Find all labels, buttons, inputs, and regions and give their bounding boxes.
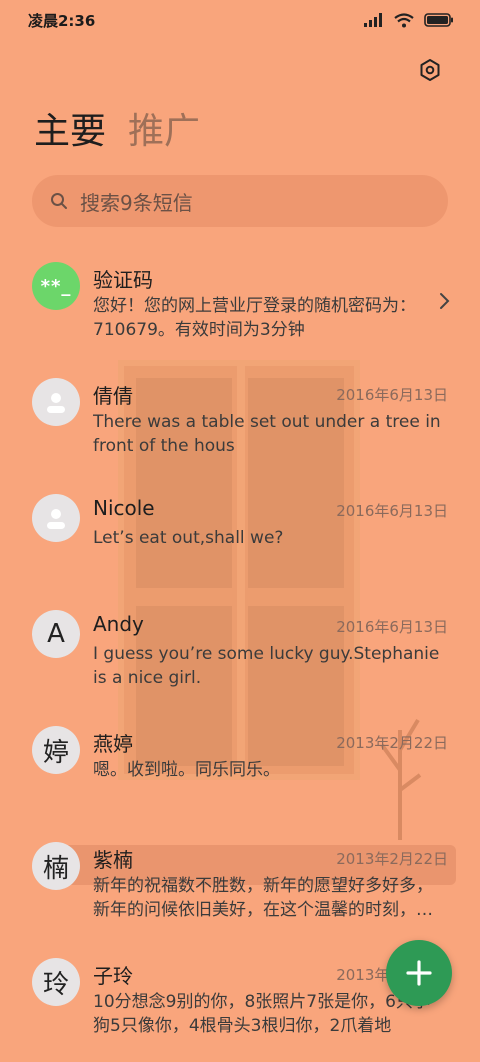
new-message-button[interactable] bbox=[386, 940, 452, 1006]
status-time: 凌晨2:36 bbox=[28, 11, 96, 30]
sender-name: 紫楠 bbox=[93, 848, 133, 872]
chevron-right-icon[interactable] bbox=[438, 292, 450, 310]
tab-promotion[interactable]: 推广 bbox=[128, 108, 200, 156]
list-item[interactable]: 婷 燕婷 2013年2月22日 嗯。收到啦。同乐同乐。 bbox=[0, 714, 480, 830]
sender-name: 验证码 bbox=[93, 268, 153, 292]
avatar bbox=[32, 378, 80, 426]
search-input[interactable]: 搜索9条短信 bbox=[32, 175, 448, 227]
tab-bar: 主要 推广 bbox=[34, 108, 200, 156]
message-date: 2016年6月13日 bbox=[336, 618, 448, 636]
message-preview: There was a table set out under a tree i… bbox=[93, 412, 441, 456]
list-item[interactable]: 楠 紫楠 2013年2月22日 新年的祝福数不胜数，新年的愿望好多好多，新年的问… bbox=[0, 830, 480, 946]
status-bar: 凌晨2:36 bbox=[0, 0, 480, 40]
message-list: **_ 验证码 您好！您的网上营业厅登录的随机密码为：710679。有效时间为3… bbox=[0, 250, 480, 1062]
avatar: 楠 bbox=[32, 842, 80, 890]
avatar: **_ bbox=[32, 262, 80, 310]
plus-icon bbox=[406, 960, 432, 986]
message-preview: Let’s eat out,shall we? bbox=[93, 528, 284, 548]
message-preview: I guess you’re some lucky guy.Stephanie … bbox=[93, 644, 440, 688]
sender-name: 燕婷 bbox=[93, 732, 133, 756]
gear-icon bbox=[420, 59, 440, 81]
avatar: 婷 bbox=[32, 726, 80, 774]
signal-icon bbox=[364, 13, 382, 27]
avatar: A bbox=[32, 610, 80, 658]
sender-name: Andy bbox=[93, 612, 144, 636]
sender-name: Nicole bbox=[93, 496, 155, 520]
wifi-icon bbox=[394, 12, 414, 27]
settings-button[interactable] bbox=[412, 52, 448, 88]
message-preview: 嗯。收到啦。同乐同乐。 bbox=[93, 760, 280, 780]
person-icon bbox=[47, 509, 65, 529]
search-placeholder: 搜索9条短信 bbox=[80, 190, 193, 215]
list-item[interactable]: 倩倩 2016年6月13日 There was a table set out … bbox=[0, 366, 480, 482]
message-preview: 10分想念9别的你，8张照片7张是你，6只小狗5只像你，4根骨头3根归你，2爪着… bbox=[93, 992, 430, 1036]
message-date: 2013年2月22日 bbox=[336, 734, 448, 752]
avatar: 玲 bbox=[32, 958, 80, 1006]
person-icon bbox=[47, 393, 65, 413]
message-date: 2013年2月22日 bbox=[336, 850, 448, 868]
avatar bbox=[32, 494, 80, 542]
search-icon bbox=[51, 193, 67, 209]
battery-icon bbox=[424, 13, 453, 27]
message-date: 2016年6月13日 bbox=[336, 386, 448, 404]
sender-name: 倩倩 bbox=[93, 384, 133, 408]
message-date: 2016年6月13日 bbox=[336, 502, 448, 520]
sender-name: 子玲 bbox=[93, 964, 133, 988]
list-item[interactable]: A Andy 2016年6月13日 I guess you’re some lu… bbox=[0, 598, 480, 714]
list-item-verification-code[interactable]: **_ 验证码 您好！您的网上营业厅登录的随机密码为：710679。有效时间为3… bbox=[0, 250, 480, 366]
message-preview: 您好！您的网上营业厅登录的随机密码为：710679。有效时间为3分钟 bbox=[93, 296, 416, 340]
list-item[interactable]: Nicole 2016年6月13日 Let’s eat out,shall we… bbox=[0, 482, 480, 598]
message-preview: 新年的祝福数不胜数，新年的愿望好多好多，新年的问候依旧美好，在这个温馨的时刻，… bbox=[93, 876, 433, 920]
tab-main[interactable]: 主要 bbox=[34, 108, 106, 156]
